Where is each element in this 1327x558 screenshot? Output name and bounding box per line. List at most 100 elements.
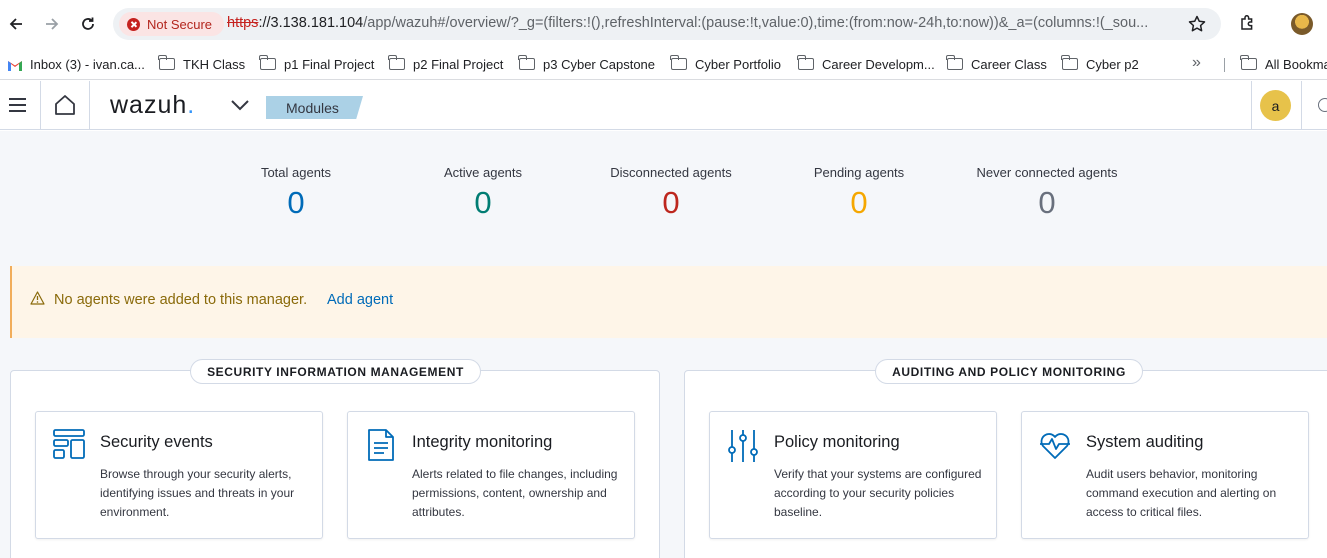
overview-content: Total agents 0 Active agents 0 Disconnec… [0,131,1327,558]
add-agent-link[interactable]: Add agent [327,292,393,308]
bookmark-label: All Bookmarks [1265,56,1327,72]
stat-value: 0 [850,185,868,220]
panel-security-information-management: SECURITY INFORMATION MANAGEMENT Security… [10,359,660,558]
card-title: Security events [100,433,213,451]
bookmark-label: p3 Cyber Capstone [543,56,656,72]
bookmark-tkh-class[interactable]: TKH Class [158,54,246,74]
home-icon[interactable] [54,94,76,121]
wazuh-logo[interactable]: wazuh. [110,91,195,120]
bookmarks-separator [1224,58,1225,72]
url-path: /app/wazuh#/overview/?_g=(filters:!(),re… [363,15,1149,31]
card-title: System auditing [1086,433,1204,451]
card-integrity-monitoring[interactable]: Integrity monitoring Alerts related to f… [347,411,635,539]
stat-label: Disconnected agents [610,165,732,180]
bookmark-career-development[interactable]: Career Developm... [797,54,935,74]
stat-active-agents[interactable]: Active agents 0 [427,165,539,221]
more-bookmarks-chevron-icon[interactable]: » [1192,54,1201,72]
bookmark-p2-final-project[interactable]: p2 Final Project [388,54,504,74]
logo-dot: . [187,91,196,119]
stat-label: Never connected agents [976,165,1118,180]
user-avatar[interactable]: a [1260,90,1291,121]
stat-value: 0 [1038,185,1056,220]
help-icon[interactable] [1318,98,1327,112]
bookmark-cyber-p2[interactable]: Cyber p2 [1061,54,1139,74]
alert-triangle-icon [30,291,45,310]
folder-icon [946,55,963,70]
breadcrumb-label: Modules [286,99,339,116]
card-policy-monitoring[interactable]: Policy monitoring Verify that your syste… [709,411,997,539]
url-scheme: https [227,15,259,31]
bookmark-label: Career Class [971,56,1047,72]
stat-total-agents[interactable]: Total agents 0 [240,165,352,221]
app-header: wazuh. Modules a [0,81,1327,130]
header-divider [1251,81,1252,130]
bookmark-career-class[interactable]: Career Class [946,54,1047,74]
header-divider [1301,81,1302,130]
bookmark-label: p1 Final Project [284,56,375,72]
card-description: Alerts related to file changes, includin… [412,467,618,519]
folder-icon [158,55,175,70]
gmail-icon [8,59,22,71]
logo-text: wazuh [110,91,188,119]
bookmark-label: TKH Class [183,56,246,72]
header-divider [40,81,41,130]
menu-hamburger-icon[interactable] [9,98,26,112]
bookmark-inbox[interactable]: Inbox (3) - ivan.ca... [8,54,145,74]
no-agents-callout: No agents were added to this manager. Ad… [10,266,1327,338]
stat-label: Total agents [260,165,332,180]
profile-avatar-icon[interactable] [1291,13,1313,35]
url-host: ://3.138.181.104 [258,15,364,31]
card-title: Policy monitoring [774,433,900,451]
sliders-icon [726,428,760,462]
panel-title: SECURITY INFORMATION MANAGEMENT [190,359,481,384]
bookmark-label: Career Developm... [822,56,935,72]
bookmark-star-icon[interactable] [1187,14,1207,34]
browser-toolbar: Not Secure https://3.138.181.104/app/waz… [0,0,1327,48]
card-security-events[interactable]: Security events Browse through your secu… [35,411,323,539]
bookmark-p1-final-project[interactable]: p1 Final Project [259,54,375,74]
folder-icon [388,55,405,70]
back-arrow-icon[interactable] [4,12,28,36]
card-system-auditing[interactable]: System auditing Audit users behavior, mo… [1021,411,1309,539]
stat-never-connected-agents[interactable]: Never connected agents 0 [962,165,1132,221]
extensions-puzzle-icon[interactable] [1238,13,1258,38]
folder-icon [259,55,276,70]
bookmarks-bar: Inbox (3) - ivan.ca... TKH Class p1 Fina… [0,48,1327,80]
url-text[interactable]: https://3.138.181.104/app/wazuh#/overvie… [227,15,1181,31]
heartbeat-icon [1038,428,1072,462]
bookmark-label: Cyber Portfolio [695,56,781,72]
card-description: Audit users behavior, monitoring command… [1086,467,1277,519]
stat-value: 0 [474,185,492,220]
security-label: Not Secure [147,16,213,32]
panel-title: AUDITING AND POLICY MONITORING [875,359,1143,384]
bookmark-label: p2 Final Project [413,56,504,72]
avatar-initial: a [1271,97,1280,114]
chevron-down-icon[interactable] [230,98,250,117]
bookmark-cyber-portfolio[interactable]: Cyber Portfolio [670,54,781,74]
card-title: Integrity monitoring [412,433,553,451]
folder-icon [1061,55,1078,70]
stat-label: Pending agents [813,165,905,180]
folder-icon [670,55,687,70]
security-chip[interactable]: Not Secure [119,12,224,36]
header-divider [89,81,90,130]
reload-icon[interactable] [76,12,100,36]
stat-disconnected-agents[interactable]: Disconnected agents 0 [596,165,746,221]
address-bar[interactable]: Not Secure https://3.138.181.104/app/waz… [113,8,1221,40]
card-description: Browse through your security alerts, ide… [100,467,295,519]
warning-icon [127,17,140,31]
document-icon [364,428,398,462]
callout-message: No agents were added to this manager. [54,292,308,308]
bookmark-all-bookmarks[interactable]: All Bookmarks [1240,54,1327,74]
bookmark-label: Inbox (3) - ivan.ca... [30,56,145,72]
bookmark-p3-cyber-capstone[interactable]: p3 Cyber Capstone [518,54,656,74]
forward-arrow-icon[interactable] [40,12,64,36]
folder-icon [518,55,535,70]
breadcrumb-modules[interactable]: Modules [266,96,363,119]
folder-icon [1240,55,1257,70]
stat-label: Active agents [443,165,523,180]
panel-auditing-and-policy-monitoring: AUDITING AND POLICY MONITORING Policy mo… [684,359,1327,558]
stat-pending-agents[interactable]: Pending agents 0 [795,165,923,221]
card-description: Verify that your systems are configured … [774,467,982,519]
dashboard-icon [52,428,86,462]
